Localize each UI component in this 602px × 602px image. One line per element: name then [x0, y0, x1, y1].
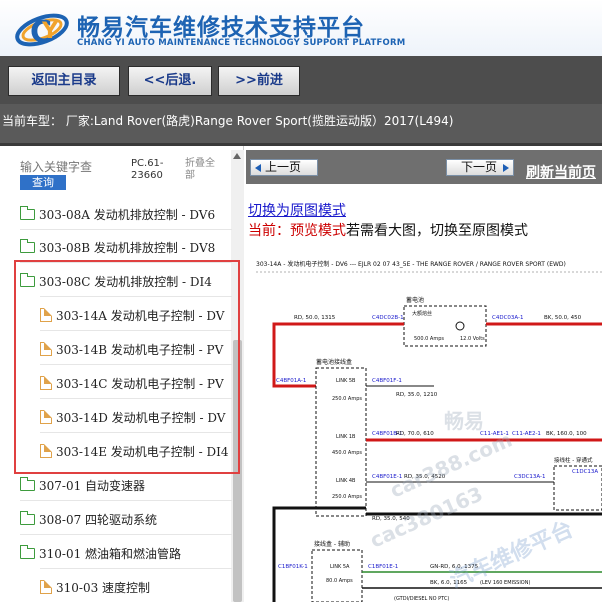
car-info-text: 当前车型： 厂家:Land Rover(路虎)Range Rover Sport… — [2, 114, 454, 128]
connector-label: C1BF01K-1 — [278, 564, 308, 570]
tree-item[interactable]: 308-07 四轮驱动系统 — [20, 507, 157, 531]
tree-item[interactable]: 303-08B 发动机排放控制 - DV8 — [20, 235, 215, 259]
svg-text:Y: Y — [41, 19, 59, 44]
battery-fuse-label: 大额熔丝 — [412, 310, 432, 317]
link-amps: 450.0 Amps — [332, 450, 362, 456]
keyword-input[interactable] — [20, 160, 106, 174]
back-button[interactable]: <<后退. — [128, 66, 212, 96]
app-window: C Y 畅易汽车维修技术支持平台 CHANG YI AUTO MAINTENAN… — [0, 0, 602, 602]
collapse-all-link[interactable]: 折叠全部 — [185, 158, 221, 182]
wire-label: (GTDI/DIESEL NO PTC) — [394, 596, 449, 602]
forward-button[interactable]: >>前进 — [218, 66, 300, 96]
folder-icon — [20, 510, 35, 525]
connector-label: C11-AE2-1 — [512, 431, 541, 437]
tree-item[interactable]: 310-03 速度控制 — [40, 575, 150, 599]
wire-label: BK, 160.0, 100 — [546, 431, 587, 437]
connector-label: C1DC13A — [572, 469, 598, 475]
link-label: LINK 4B — [336, 478, 356, 484]
next-page-label: 下一页 — [461, 160, 498, 174]
aux-box-label: 接线盒 - 辅助 — [314, 540, 350, 548]
wire-label: BK, 50.0, 450 — [544, 315, 582, 321]
home-button[interactable]: 返回主目录 — [8, 66, 120, 96]
junction-box-label: 蓄电池接线盒 — [316, 358, 352, 366]
link-label: LINK 5B — [336, 378, 356, 384]
wire-label: RD, 70.0, 610 — [396, 431, 434, 437]
wire-label: (LEV 160 EMISSION) — [480, 580, 530, 586]
current-mode-prefix: 当前：预览模式 — [248, 223, 346, 239]
link-amps: 250.0 Amps — [332, 494, 362, 500]
connector-label: C1BF01E-1 — [368, 564, 398, 570]
tree-item[interactable]: 307-01 自动变速器 — [20, 473, 145, 497]
header: C Y 畅易汽车维修技术支持平台 CHANG YI AUTO MAINTENAN… — [0, 0, 602, 56]
connector-label: C4DC02B-1 — [372, 315, 404, 321]
logo-icon: C Y — [15, 13, 69, 50]
sidebar: 查询 PC.61-23660 折叠全部 303-08A 发动机排放控制 - DV… — [0, 146, 244, 602]
document-icon — [40, 580, 52, 594]
tree-item[interactable]: 303-08A 发动机排放控制 - DV6 — [20, 202, 215, 226]
connector-label: C4BF01A-1 — [276, 378, 306, 384]
divider — [40, 568, 232, 569]
tree-item-label: 308-07 四轮驱动系统 — [39, 512, 158, 527]
link-amps: 250.0 Amps — [332, 396, 362, 402]
tree-item-label: 310-03 速度控制 — [56, 580, 151, 595]
diagram-title: 303-14A - 发动机电子控制 - DV6 --- EJLR 02 07 4… — [256, 260, 566, 268]
main-power-wire — [272, 322, 602, 388]
current-mode-text: 当前：预览模式若需看大图，切换至原图模式 — [248, 220, 528, 240]
divider — [20, 229, 232, 230]
car-info-bar: 当前车型： 厂家:Land Rover(路虎)Range Rover Sport… — [0, 104, 602, 146]
tree-item-label: 303-08B 发动机排放控制 - DV8 — [39, 240, 216, 255]
switch-original-mode-link[interactable]: 切换为原图模式 — [248, 200, 346, 220]
connector-label: C4BF01F-1 — [372, 378, 402, 384]
refresh-page-link[interactable]: 刷新当前页 — [526, 162, 596, 182]
current-mode-suffix: 若需看大图，切换至原图模式 — [346, 223, 528, 239]
watermark-text: 畅易 — [444, 409, 484, 433]
wire-label: RD, 50.0, 1315 — [294, 315, 336, 321]
divider — [20, 534, 232, 535]
battery-terminal-icon — [455, 321, 465, 331]
wire-label: RD, 35.0, 1210 — [396, 392, 438, 398]
triangle-left-icon — [255, 164, 261, 172]
tree-item-label: 310-01 燃油箱和燃油管路 — [39, 546, 182, 561]
triangle-right-icon — [503, 164, 509, 172]
pc-code: PC.61-23660 — [131, 158, 164, 181]
next-page-button[interactable]: 下一页 — [446, 159, 514, 176]
platform-title: 畅易汽车维修技术支持平台 — [77, 15, 365, 41]
folder-icon — [20, 205, 35, 220]
battery-volts: 12.0 Volts — [460, 336, 485, 342]
highlight-box — [14, 260, 240, 474]
folder-icon — [20, 476, 35, 491]
splice-label: 接线柱 - 穿通式 — [554, 456, 593, 464]
connector-label: C3DC13A-1 — [514, 474, 546, 480]
folder-icon — [20, 544, 35, 559]
connector-label: C4DC03A-1 — [492, 315, 524, 321]
link-label: LINK 5A — [330, 564, 350, 570]
search-button[interactable]: 查询 — [20, 175, 66, 190]
platform-subtitle: CHANG YI AUTO MAINTENANCE TECHNOLOGY SUP… — [77, 38, 406, 48]
battery-label: 蓄电池 — [406, 296, 424, 304]
tree-item-label: 307-01 自动变速器 — [39, 478, 146, 493]
toolbar: 返回主目录 <<后退. >>前进 — [0, 56, 602, 104]
prev-page-button[interactable]: 上一页 — [250, 159, 318, 176]
prev-page-label: 上一页 — [265, 160, 302, 174]
content-pane: 上一页 下一页 刷新当前页 切换为原图模式 当前：预览模式若需看大图，切换至原图… — [246, 146, 602, 602]
scroll-up-icon[interactable] — [233, 153, 241, 159]
tree-item[interactable]: 310-01 燃油箱和燃油管路 — [20, 541, 181, 565]
page-nav-bar: 上一页 下一页 刷新当前页 — [246, 150, 602, 184]
divider — [20, 500, 232, 501]
wiring-diagram[interactable]: 303-14A - 发动机电子控制 - DV6 --- EJLR 02 07 4… — [254, 258, 602, 602]
tree-item-label: 303-08A 发动机排放控制 - DV6 — [39, 207, 216, 222]
link-amps: 80.0 Amps — [326, 578, 353, 584]
link-label: LINK 1B — [336, 434, 356, 440]
battery-amps: 500.0 Amps — [414, 336, 444, 342]
folder-icon — [20, 238, 35, 253]
